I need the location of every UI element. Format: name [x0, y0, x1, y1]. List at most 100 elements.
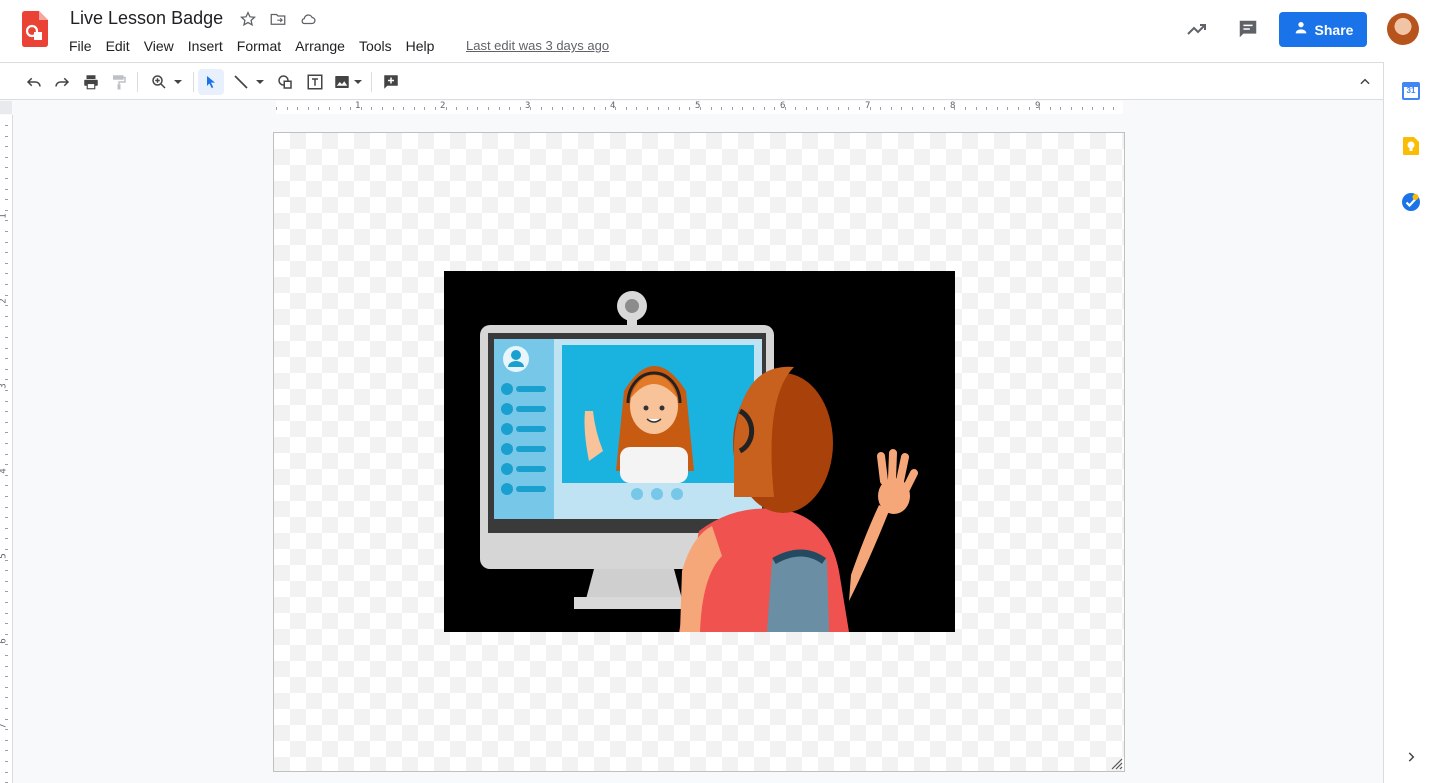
text-box-icon[interactable]	[303, 69, 327, 95]
share-button[interactable]: Share	[1279, 12, 1367, 47]
ruler-tick	[954, 107, 955, 110]
print-icon[interactable]	[79, 69, 103, 95]
ruler-tick	[5, 549, 8, 550]
ruler-tick	[742, 107, 743, 110]
menu-format[interactable]: Format	[230, 36, 288, 56]
ruler-tick	[562, 107, 563, 110]
new-comment-icon[interactable]	[379, 69, 403, 95]
ruler-tick	[711, 107, 712, 110]
ruler-tick	[488, 107, 489, 110]
ruler-tick	[5, 167, 8, 168]
ruler-tick	[5, 401, 8, 402]
ruler-tick	[573, 107, 574, 110]
ruler-tick	[393, 107, 394, 110]
last-edit-link[interactable]: Last edit was 3 days ago	[466, 38, 609, 53]
ruler-tick	[1050, 107, 1051, 110]
ruler-tick	[1007, 107, 1008, 110]
ruler-tick	[350, 107, 351, 110]
tasks-icon[interactable]	[1400, 191, 1422, 213]
calendar-label: 31	[1406, 86, 1416, 95]
ruler-tick	[5, 454, 8, 455]
undo-icon[interactable]	[22, 69, 46, 95]
ruler-tick	[276, 107, 277, 110]
ruler-tick	[5, 708, 8, 709]
ruler-tick	[764, 107, 765, 110]
side-panel: 31	[1383, 62, 1439, 783]
document-title[interactable]: Live Lesson Badge	[70, 8, 223, 29]
ruler-tick	[1039, 107, 1040, 110]
menu-insert[interactable]: Insert	[181, 36, 230, 56]
vertical-ruler[interactable]: 1 2 3 4 5 6 7	[0, 115, 13, 783]
comment-icon[interactable]	[1228, 9, 1268, 49]
ruler-tick	[679, 107, 680, 110]
ruler-tick	[446, 107, 447, 110]
ruler-tick	[5, 178, 8, 179]
ruler-tick	[5, 242, 8, 243]
menu-edit[interactable]: Edit	[99, 36, 137, 56]
move-to-folder-icon[interactable]	[268, 9, 288, 29]
ruler-tick	[541, 107, 542, 110]
ruler-tick	[753, 107, 754, 110]
menu-help[interactable]: Help	[399, 36, 442, 56]
star-icon[interactable]	[238, 9, 258, 29]
ruler-tick	[340, 107, 341, 110]
line-tool-icon[interactable]	[228, 69, 268, 95]
ruler-tick	[859, 107, 860, 110]
menu-tools[interactable]: Tools	[352, 36, 399, 56]
ruler-tick	[5, 496, 8, 497]
ruler-tick	[870, 107, 871, 110]
ruler-tick	[1018, 107, 1019, 110]
ruler-tick	[605, 107, 606, 110]
keep-icon[interactable]	[1400, 135, 1422, 157]
ruler-tick	[5, 570, 8, 571]
image-icon[interactable]	[331, 69, 365, 95]
paint-format-icon[interactable]	[107, 69, 131, 95]
resize-handle-icon[interactable]	[1109, 756, 1123, 770]
menu-arrange[interactable]: Arrange	[288, 36, 352, 56]
ruler-tick	[5, 560, 8, 561]
ruler-tick	[5, 231, 8, 232]
ruler-tick	[403, 107, 404, 110]
ruler-tick	[5, 337, 8, 338]
ruler-tick	[456, 107, 457, 110]
ruler-tick	[5, 697, 8, 698]
ruler-tick	[5, 390, 8, 391]
ruler-number: 7	[0, 723, 9, 728]
menu-bar: File Edit View Insert Format Arrange Too…	[62, 36, 441, 56]
ruler-tick	[901, 107, 902, 110]
expand-panel-chevron-icon[interactable]	[1400, 746, 1422, 768]
ruler-tick	[817, 107, 818, 110]
header: Live Lesson Badge File Edit View Insert …	[0, 0, 1439, 62]
collapse-chevron-icon[interactable]	[1353, 69, 1377, 95]
ruler-tick	[5, 422, 8, 423]
horizontal-ruler[interactable]: 1 2 3 4 5 6 7 8 9	[276, 101, 1123, 114]
drawing-canvas[interactable]	[273, 132, 1125, 772]
shape-tool-icon[interactable]	[273, 69, 297, 95]
redo-icon[interactable]	[50, 69, 74, 95]
calendar-icon[interactable]: 31	[1400, 80, 1422, 102]
ruler-tick	[1029, 107, 1030, 110]
ruler-tick	[827, 107, 828, 110]
ruler-tick	[774, 107, 775, 110]
menu-file[interactable]: File	[62, 36, 99, 56]
ruler-tick	[5, 687, 8, 688]
menu-view[interactable]: View	[137, 36, 181, 56]
zoom-icon[interactable]	[145, 69, 187, 95]
avatar[interactable]	[1387, 13, 1419, 45]
drawings-logo-icon[interactable]	[22, 11, 48, 47]
trending-up-icon[interactable]	[1177, 9, 1217, 49]
ruler-tick	[923, 107, 924, 110]
select-tool-icon[interactable]	[198, 69, 224, 95]
ruler-number: 2	[440, 101, 446, 111]
ruler-tick	[509, 107, 510, 110]
ruler-tick	[5, 411, 8, 412]
ruler-number: 3	[0, 383, 9, 388]
ruler-tick	[5, 517, 8, 518]
ruler-tick	[986, 107, 987, 110]
online-lesson-illustration[interactable]	[444, 271, 955, 632]
ruler-tick	[880, 107, 881, 110]
cloud-status-icon[interactable]	[298, 9, 318, 29]
ruler-tick	[785, 107, 786, 110]
ruler-tick	[5, 369, 8, 370]
ruler-tick	[5, 125, 8, 126]
